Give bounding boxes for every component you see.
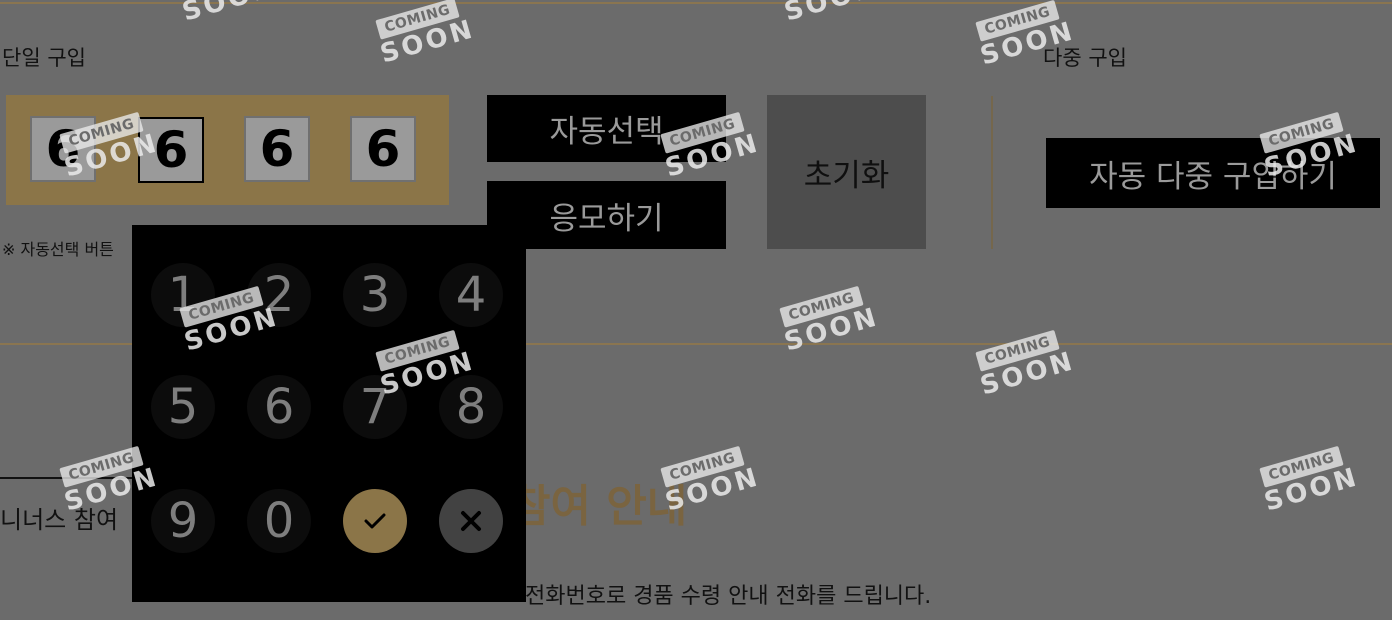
watermark-line2: SOON <box>179 0 280 28</box>
keypad-key-9[interactable]: 9 <box>151 489 215 553</box>
keypad-key-3[interactable]: 3 <box>343 263 407 327</box>
keypad-key-0[interactable]: 0 <box>247 489 311 553</box>
watermark-line2: SOON <box>976 346 1079 402</box>
watermark-line1: COMING <box>975 0 1060 42</box>
keypad-cancel-button[interactable] <box>439 489 503 553</box>
coming-soon-watermark: COMINGSOON <box>371 0 479 79</box>
keypad-key-8[interactable]: 8 <box>439 375 503 439</box>
number-keypad: 1 2 3 4 5 6 7 8 9 0 <box>132 225 526 602</box>
guide-description: 전화번호로 경품 수령 안내 전화를 드립니다. <box>525 584 932 609</box>
coming-soon-watermark: COMINGSOON <box>173 0 280 37</box>
number-slot-1[interactable]: 6 <box>30 116 96 182</box>
section-divider <box>991 96 993 249</box>
bonus-tab[interactable]: 니너스 참여 <box>0 500 118 535</box>
auto-multi-purchase-button[interactable]: 자동 다중 구입하기 <box>1046 138 1380 208</box>
single-purchase-label: 단일 구입 <box>2 46 86 70</box>
bonus-tab-underline <box>0 477 140 479</box>
watermark-line2: SOON <box>780 302 883 358</box>
number-slot-3[interactable]: 6 <box>244 116 310 182</box>
keypad-key-4[interactable]: 4 <box>439 263 503 327</box>
guide-heading: 참여 안내 <box>510 481 688 532</box>
coming-soon-watermark: COMINGSOON <box>775 0 882 37</box>
auto-select-button[interactable]: 자동선택 <box>487 95 726 162</box>
keypad-confirm-button[interactable] <box>343 489 407 553</box>
watermark-line1: COMING <box>1259 445 1344 488</box>
watermark-line1: COMING <box>975 329 1060 372</box>
coming-soon-watermark: COMINGSOON <box>971 329 1079 411</box>
watermark-line2: SOON <box>781 0 882 28</box>
auto-select-note: ※ 자동선택 버튼 <box>2 240 114 259</box>
keypad-key-7[interactable]: 7 <box>343 375 407 439</box>
page-background: 단일 구입 6 6 6 6 자동선택 응모하기 초기화 다중 구입 자동 다중 … <box>0 0 1392 620</box>
keypad-key-5[interactable]: 5 <box>151 375 215 439</box>
coming-soon-watermark: COMINGSOON <box>1255 445 1363 527</box>
coming-soon-watermark: COMINGSOON <box>775 285 883 367</box>
keypad-key-6[interactable]: 6 <box>247 375 311 439</box>
top-divider <box>0 2 1392 4</box>
multi-purchase-label: 다중 구입 <box>1043 46 1127 70</box>
keypad-key-2[interactable]: 2 <box>247 263 311 327</box>
number-slot-4[interactable]: 6 <box>350 116 416 182</box>
reset-button[interactable]: 초기화 <box>767 95 926 249</box>
watermark-line1: COMING <box>779 285 864 328</box>
close-icon <box>461 511 481 531</box>
keypad-key-1[interactable]: 1 <box>151 263 215 327</box>
check-icon <box>364 513 386 529</box>
watermark-line1: COMING <box>59 445 144 488</box>
watermark-line2: SOON <box>1260 462 1363 518</box>
watermark-line1: COMING <box>375 0 460 40</box>
watermark-line2: SOON <box>376 14 479 70</box>
number-slot-2[interactable]: 6 <box>138 117 204 183</box>
